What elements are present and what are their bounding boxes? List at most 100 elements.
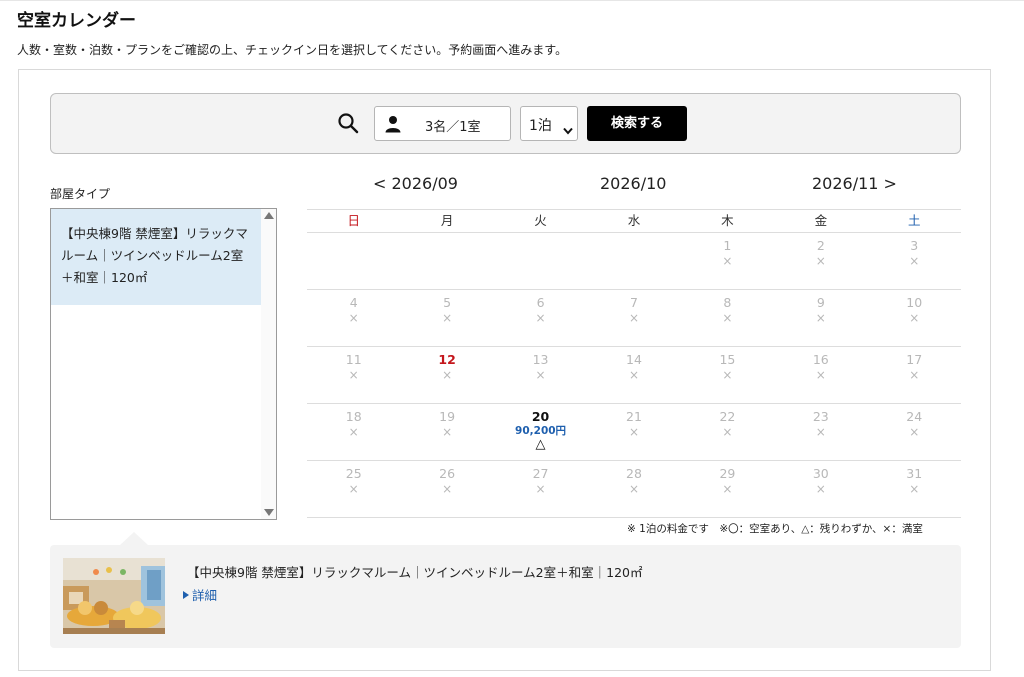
- availability-mark: ×: [628, 368, 639, 382]
- caret-right-icon: [183, 591, 189, 599]
- availability-mark: ×: [348, 482, 359, 496]
- weekday-fri: 金: [814, 213, 828, 228]
- calendar-empty-cell: [400, 233, 493, 289]
- nights-select[interactable]: 1泊: [520, 106, 578, 141]
- calendar-day-cell: 30 ×: [774, 461, 867, 517]
- calendar-day-cell: 6 ×: [494, 290, 587, 346]
- availability-mark: ×: [722, 311, 733, 325]
- calendar-day-cell: 10 ×: [868, 290, 961, 346]
- calendar-day-number: 11: [345, 352, 362, 367]
- calendar-day-cell: 3 ×: [868, 233, 961, 289]
- calendar-day-cell: 13 ×: [494, 347, 587, 403]
- availability-mark: ×: [909, 254, 920, 268]
- guests-rooms-selector[interactable]: 3名／1室: [374, 106, 511, 141]
- calendar-day-number: 3: [910, 238, 919, 253]
- availability-mark: ×: [628, 311, 639, 325]
- availability-mark: ×: [909, 482, 920, 496]
- weekday-mon: 月: [440, 213, 454, 228]
- room-type-label: 部屋タイプ: [50, 187, 111, 201]
- availability-mark: ×: [442, 311, 453, 325]
- calendar-day-cell[interactable]: 20 90,200円 △: [494, 404, 587, 460]
- prev-month-link[interactable]: < 2026/09: [373, 174, 458, 193]
- calendar-day-cell: 17 ×: [868, 347, 961, 403]
- availability-mark: ×: [909, 368, 920, 382]
- calendar-day-number: 4: [349, 295, 358, 310]
- availability-mark: ×: [348, 425, 359, 439]
- calendar-day-cell: 4 ×: [307, 290, 400, 346]
- availability-mark: ×: [909, 311, 920, 325]
- availability-mark: ×: [722, 368, 733, 382]
- availability-legend: ※ 1泊の料金です ※〇：空室あり、△：残りわずか、×：満室: [627, 523, 923, 535]
- calendar-empty-cell: [494, 233, 587, 289]
- calendar-week-row: 18 × 19 × 20 90,200円 △ 21 × 22 × 23 × 24 ×: [307, 404, 961, 461]
- availability-mark: ×: [628, 425, 639, 439]
- calendar-day-number: 28: [626, 466, 642, 481]
- availability-mark: ×: [722, 482, 733, 496]
- search-button[interactable]: 検索する: [587, 106, 687, 141]
- availability-mark: ×: [535, 311, 546, 325]
- availability-mark: ×: [348, 368, 359, 382]
- room-type-list[interactable]: 【中央棟9階 禁煙室】リラックマルーム｜ツインベッドルーム2室＋和室｜120㎡: [50, 208, 277, 520]
- availability-mark: ×: [535, 368, 546, 382]
- calendar-day-number: 16: [812, 352, 829, 367]
- room-list-scrollbar[interactable]: [261, 209, 276, 519]
- availability-mark: △: [535, 437, 546, 452]
- availability-mark: ×: [815, 311, 826, 325]
- calendar-day-number: 19: [439, 409, 456, 424]
- calendar-day-cell: 29 ×: [681, 461, 774, 517]
- calendar-day-number: 6: [536, 295, 545, 310]
- scroll-down-icon[interactable]: [264, 509, 274, 516]
- calendar-day-number: 14: [626, 352, 642, 367]
- calendar-day-number: 22: [719, 409, 736, 424]
- calendar-day-cell: 14 ×: [587, 347, 680, 403]
- room-type-item[interactable]: 【中央棟9階 禁煙室】リラックマルーム｜ツインベッドルーム2室＋和室｜120㎡: [51, 209, 261, 305]
- calendar-day-cell: 9 ×: [774, 290, 867, 346]
- detail-link[interactable]: 詳細: [183, 585, 217, 604]
- weekday-wed: 水: [627, 213, 641, 228]
- calendar-week-row: 1 × 2 × 3 ×: [307, 233, 961, 290]
- availability-mark: ×: [348, 311, 359, 325]
- intro-text: 人数・室数・泊数・プランをご確認の上、チェックイン日を選択してください。予約画面…: [17, 43, 568, 57]
- availability-mark: ×: [628, 482, 639, 496]
- calendar-day-number: 24: [906, 409, 923, 424]
- weekday-header: 日 月 火 水 木 金 土: [307, 209, 961, 233]
- calendar-day-number: 21: [626, 409, 642, 424]
- calendar-day-cell: 26 ×: [400, 461, 493, 517]
- calendar-day-number: 17: [906, 352, 923, 367]
- availability-mark: ×: [815, 254, 826, 268]
- room-detail-panel: 【中央棟9階 禁煙室】リラックマルーム｜ツインベッドルーム2室＋和室｜120㎡ …: [50, 532, 961, 648]
- calendar-day-number: 12: [438, 352, 456, 367]
- top-divider: [0, 0, 1024, 1]
- availability-mark: ×: [722, 425, 733, 439]
- guests-rooms-value: 3名／1室: [425, 120, 481, 135]
- calendar-day-number: 26: [439, 466, 456, 481]
- availability-mark: ×: [442, 368, 453, 382]
- calendar-day-cell: 16 ×: [774, 347, 867, 403]
- calendar-empty-cell: [307, 233, 400, 289]
- calendar-day-number: 30: [812, 466, 829, 481]
- calendar-day-number: 25: [345, 466, 362, 481]
- calendar-day-number: 5: [443, 295, 452, 310]
- calendar-day-number: 27: [532, 466, 549, 481]
- availability-calendar: 日 月 火 水 木 金 土 1 × 2 × 3 × 4 × 5 × 6 × 7 × 8 × 9 × 10 × 11 × 12…: [307, 209, 961, 518]
- calendar-day-number: 2: [816, 238, 825, 253]
- calendar-day-number: 29: [719, 466, 736, 481]
- scroll-up-icon[interactable]: [264, 212, 274, 219]
- calendar-day-cell: 25 ×: [307, 461, 400, 517]
- calendar-day-cell: 11 ×: [307, 347, 400, 403]
- page-title: 空室カレンダー: [17, 11, 136, 31]
- next-month-link[interactable]: 2026/11 >: [812, 174, 897, 193]
- calendar-day-cell: 2 ×: [774, 233, 867, 289]
- detail-link-label: 詳細: [192, 588, 218, 603]
- calendar-day-cell: 27 ×: [494, 461, 587, 517]
- calendar-day-cell: 12 ×: [400, 347, 493, 403]
- calendar-day-cell: 28 ×: [587, 461, 680, 517]
- weekday-sun: 日: [347, 213, 360, 228]
- availability-mark: ×: [909, 425, 920, 439]
- calendar-day-number: 9: [816, 295, 825, 310]
- calendar-day-number: 1: [723, 238, 732, 253]
- current-month-label: 2026/10: [600, 174, 667, 193]
- availability-mark: ×: [442, 482, 453, 496]
- weekday-sat: 土: [907, 213, 921, 228]
- chevron-down-icon: [563, 120, 573, 135]
